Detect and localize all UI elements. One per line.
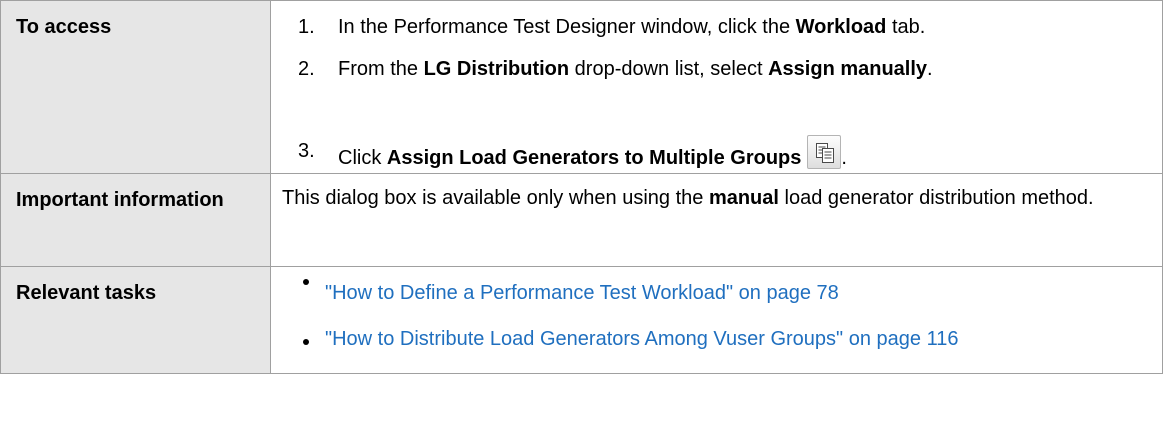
- important-info-text: This dialog box is available only when u…: [271, 174, 1162, 211]
- task-link-define-workload[interactable]: "How to Define a Performance Test Worklo…: [325, 282, 839, 304]
- manual-keyword: manual: [708, 187, 779, 209]
- access-step-1: 1. In the Performance Test Designer wind…: [271, 1, 1162, 57]
- step-text: .: [841, 147, 847, 169]
- task-link-distribute-load-generators[interactable]: "How to Distribute Load Generators Among…: [325, 328, 958, 350]
- assign-manually-name: Assign manually: [768, 58, 928, 80]
- step-text: .: [927, 58, 933, 80]
- step-text: tab.: [886, 16, 926, 38]
- relevant-tasks-list: "How to Define a Performance Test Worklo…: [271, 267, 1162, 352]
- to-access-content: 1. In the Performance Test Designer wind…: [270, 0, 1163, 174]
- info-text: load generator distribution method.: [778, 187, 1094, 209]
- bullet-icon: [303, 339, 309, 345]
- access-step-3: 3. Click Assign Load Generators to Multi…: [271, 119, 1162, 171]
- workload-tab-name: Workload: [795, 16, 887, 38]
- task-item: "How to Distribute Load Generators Among…: [271, 327, 1162, 352]
- bullet-icon: [303, 279, 309, 285]
- assign-load-generators-icon: [807, 135, 842, 169]
- info-table: To access 1. In the Performance Test Des…: [0, 0, 1163, 374]
- relevant-tasks-content: "How to Define a Performance Test Worklo…: [270, 266, 1163, 374]
- step-number: 1.: [298, 16, 315, 38]
- step-number: 2.: [298, 58, 315, 80]
- to-access-row: To access 1. In the Performance Test Des…: [0, 0, 1163, 174]
- relevant-tasks-row: Relevant tasks "How to Define a Performa…: [0, 266, 1163, 374]
- lg-distribution-name: LG Distribution: [423, 58, 570, 80]
- step-number: 3.: [298, 140, 315, 162]
- step-text: From the: [338, 58, 424, 80]
- important-info-content: This dialog box is available only when u…: [270, 173, 1163, 267]
- info-text: This dialog box is available only when u…: [282, 187, 709, 209]
- assign-lg-command-name: Assign Load Generators to Multiple Group…: [386, 147, 802, 169]
- access-step-2: 2. From the LG Distribution drop-down li…: [271, 57, 1162, 119]
- step-text-group: Click Assign Load Generators to Multiple…: [338, 146, 801, 171]
- relevant-tasks-header: Relevant tasks: [0, 266, 271, 374]
- step-text: drop-down list, select: [569, 58, 769, 80]
- task-item: "How to Define a Performance Test Worklo…: [271, 267, 1162, 327]
- step-text: Click: [338, 147, 387, 169]
- step-text: In the Performance Test Designer window,…: [338, 16, 796, 38]
- access-steps-list: 1. In the Performance Test Designer wind…: [271, 1, 1162, 171]
- important-info-row: Important information This dialog box is…: [0, 173, 1163, 267]
- to-access-header: To access: [0, 0, 271, 174]
- important-info-header: Important information: [0, 173, 271, 267]
